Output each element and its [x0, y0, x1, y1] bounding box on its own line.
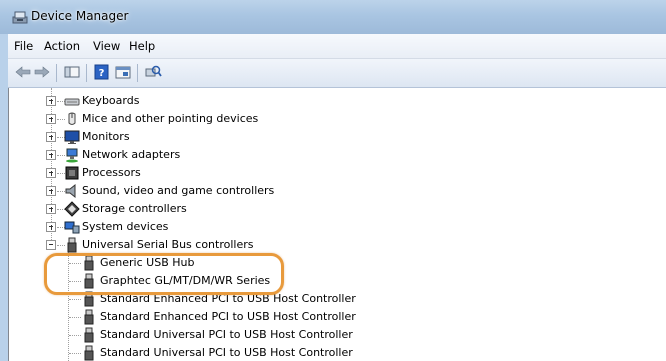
tree-item-label: Standard Enhanced PCI to USB Host Contro…: [100, 310, 356, 323]
back-arrow-icon[interactable]: [14, 64, 32, 80]
svg-text:?: ?: [99, 68, 105, 79]
title-bar[interactable]: Device Manager: [0, 0, 666, 34]
usb-icon: [67, 237, 77, 253]
tree-item-system-devices[interactable]: System devices: [9, 218, 649, 236]
expand-toggle[interactable]: [46, 204, 56, 214]
usb-device-universal-host-controller[interactable]: Standard Universal PCI to USB Host Contr…: [9, 344, 649, 361]
help-icon[interactable]: ?: [93, 64, 111, 80]
expand-toggle[interactable]: [46, 186, 56, 196]
tree-item-label: Mice and other pointing devices: [82, 112, 259, 125]
processor-icon: [65, 166, 79, 180]
device-manager-window: Device Manager File Action View Help ? K…: [0, 0, 666, 361]
highlight-annotation: [44, 253, 284, 295]
usb-device-universal-host-controller[interactable]: Standard Universal PCI to USB Host Contr…: [9, 326, 649, 344]
tree-item-label: Standard Universal PCI to USB Host Contr…: [100, 328, 353, 341]
monitor-icon: [64, 130, 80, 144]
menu-file[interactable]: File: [14, 39, 33, 53]
usb-icon: [84, 345, 94, 361]
usb-device-enhanced-host-controller[interactable]: Standard Enhanced PCI to USB Host Contro…: [9, 308, 649, 326]
tree-line: [69, 317, 81, 319]
window-title: Device Manager: [31, 9, 129, 23]
expand-toggle[interactable]: [46, 150, 56, 160]
speaker-icon: [65, 183, 76, 199]
expand-toggle[interactable]: [46, 222, 56, 232]
tree-item-label: Processors: [82, 166, 141, 179]
toolbar-separator: [86, 64, 87, 82]
keyboard-icon: [64, 98, 80, 106]
scan-hardware-changes-icon[interactable]: [144, 64, 162, 80]
tree-item-usb-controllers[interactable]: Universal Serial Bus controllers: [9, 236, 649, 254]
storage-icon: [64, 201, 80, 217]
tree-item-label: Network adapters: [82, 148, 181, 161]
tree-item-processors[interactable]: Processors: [9, 164, 649, 182]
usb-icon: [84, 309, 94, 325]
tree-item-label: System devices: [82, 220, 169, 233]
tree-line: [69, 353, 81, 355]
network-icon: [66, 148, 78, 163]
forward-arrow-icon[interactable]: [33, 64, 51, 80]
tree-item-network-adapters[interactable]: Network adapters: [9, 146, 649, 164]
expand-toggle[interactable]: [46, 168, 56, 178]
menu-view[interactable]: View: [93, 39, 120, 53]
tree-item-label: Monitors: [82, 130, 130, 143]
tree-item-label: Sound, video and game controllers: [82, 184, 275, 197]
system-icon: [64, 221, 80, 234]
device-manager-icon: [12, 11, 28, 24]
menu-bar: File Action View Help: [8, 34, 666, 59]
tree-item-monitors[interactable]: Monitors: [9, 128, 649, 146]
tree-item-label: Storage controllers: [82, 202, 187, 215]
toolbar: ?: [8, 59, 666, 88]
expand-toggle[interactable]: [46, 132, 56, 142]
menu-action[interactable]: Action: [44, 39, 80, 53]
tree-item-label: Universal Serial Bus controllers: [82, 238, 254, 251]
toolbar-separator: [137, 64, 138, 82]
tree-line: [69, 335, 81, 337]
menu-help[interactable]: Help: [129, 39, 155, 53]
expand-toggle[interactable]: [46, 114, 56, 124]
tree-item-sound-video-game[interactable]: Sound, video and game controllers: [9, 182, 649, 200]
usb-icon: [84, 327, 94, 343]
tree-item-label: Keyboards: [82, 94, 140, 107]
properties-icon[interactable]: [114, 64, 132, 80]
mouse-icon: [68, 112, 76, 125]
tree-line: [69, 299, 81, 301]
tree-item-mice[interactable]: Mice and other pointing devices: [9, 110, 649, 128]
collapse-toggle[interactable]: [46, 240, 56, 250]
show-hide-console-tree-icon[interactable]: [63, 64, 81, 80]
device-tree: Keyboards Mice and other pointing device…: [8, 88, 666, 361]
expand-toggle[interactable]: [46, 96, 56, 106]
tree-item-label: Standard Universal PCI to USB Host Contr…: [100, 346, 353, 359]
toolbar-separator: [56, 64, 57, 82]
tree-item-storage-controllers[interactable]: Storage controllers: [9, 200, 649, 218]
tree-item-keyboards[interactable]: Keyboards: [9, 92, 649, 110]
